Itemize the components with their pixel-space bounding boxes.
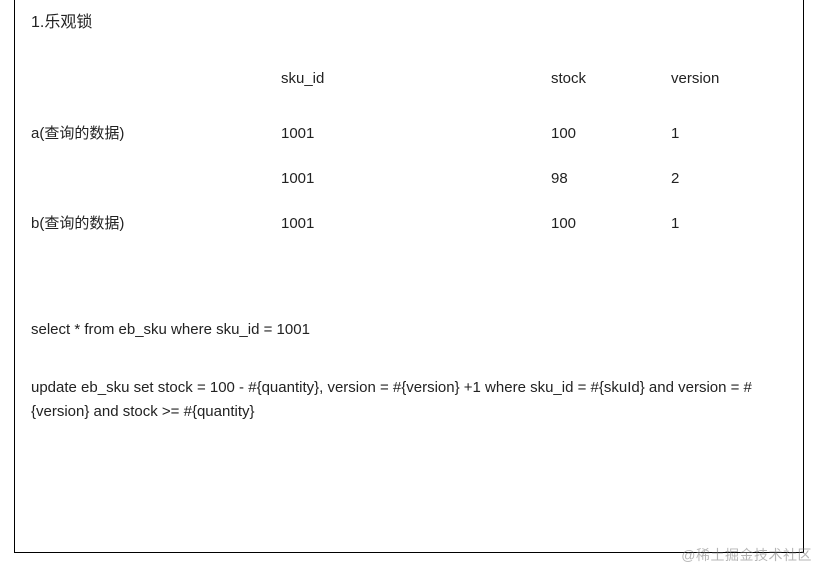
cell-sku-id: 1001 — [281, 123, 551, 168]
cell-stock: 100 — [551, 213, 671, 258]
sql-select: select * from eb_sku where sku_id = 1001 — [31, 318, 787, 342]
table-row: b(查询的数据) 1001 100 1 — [31, 213, 787, 258]
table-row: a(查询的数据) 1001 100 1 — [31, 123, 787, 168]
cell-stock: 100 — [551, 123, 671, 168]
document-sheet: 1.乐观锁 sku_id stock version a(查询的数据) 1001… — [14, 0, 804, 553]
cell-label: a(查询的数据) — [31, 123, 281, 168]
cell-label: b(查询的数据) — [31, 213, 281, 258]
col-header-version: version — [671, 68, 787, 123]
table-header-row: sku_id stock version — [31, 68, 787, 123]
col-header-sku-id: sku_id — [281, 68, 551, 123]
sql-update: update eb_sku set stock = 100 - #{quanti… — [31, 376, 787, 424]
data-table: sku_id stock version a(查询的数据) 1001 100 1… — [31, 68, 787, 258]
section-title: 1.乐观锁 — [31, 12, 787, 34]
cell-version: 2 — [671, 168, 787, 213]
cell-stock: 98 — [551, 168, 671, 213]
cell-label — [31, 168, 281, 213]
table-row: 1001 98 2 — [31, 168, 787, 213]
cell-version: 1 — [671, 123, 787, 168]
cell-sku-id: 1001 — [281, 168, 551, 213]
page: 1.乐观锁 sku_id stock version a(查询的数据) 1001… — [0, 0, 818, 567]
cell-version: 1 — [671, 213, 787, 258]
cell-sku-id: 1001 — [281, 213, 551, 258]
col-header-label — [31, 68, 281, 123]
col-header-stock: stock — [551, 68, 671, 123]
